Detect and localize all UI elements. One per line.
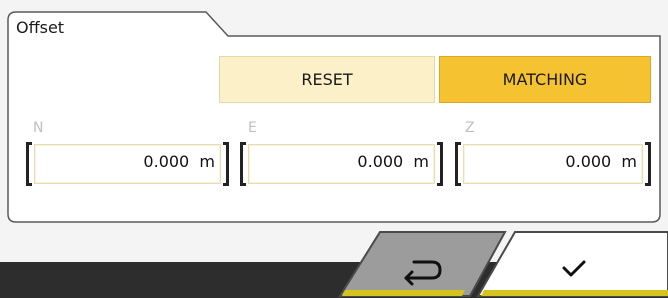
confirm-button[interactable] <box>476 231 668 297</box>
offset-screen: Offset RESET MATCHING N 0.000 m E 0.000 … <box>0 0 668 298</box>
back-button[interactable] <box>338 231 507 297</box>
footer-nav <box>338 231 668 297</box>
